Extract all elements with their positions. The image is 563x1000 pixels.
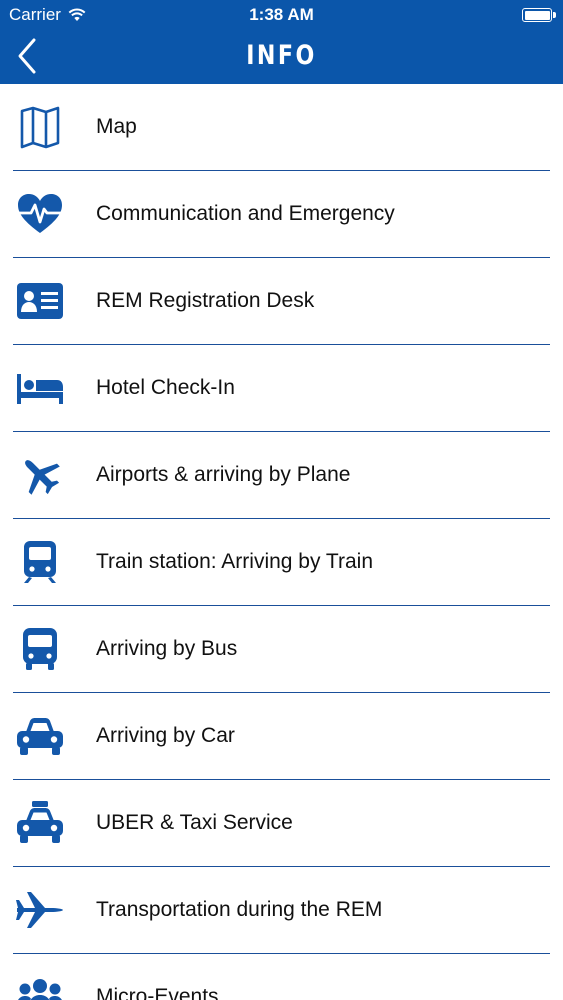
list-item-label: REM Registration Desk [96, 289, 315, 312]
clock: 1:38 AM [249, 5, 314, 24]
status-bar: Carrier 1:38 AM [0, 0, 563, 30]
list-item-label: Map [96, 115, 137, 138]
list-item-label: Hotel Check-In [96, 376, 235, 399]
back-button[interactable] [10, 34, 50, 78]
id-card-icon [14, 278, 66, 324]
list-item-car[interactable]: Arriving by Car [0, 693, 563, 780]
plane-icon [14, 452, 66, 498]
info-menu-list: Map Communication and Emergency REM Regi… [0, 84, 563, 1000]
list-item-label: Airports & arriving by Plane [96, 463, 351, 486]
chevron-left-icon [18, 38, 36, 74]
list-item-label: Transportation during the REM [96, 898, 383, 921]
list-item-plane[interactable]: Airports & arriving by Plane [0, 432, 563, 519]
car-icon [14, 713, 66, 759]
list-item-taxi[interactable]: UBER & Taxi Service [0, 780, 563, 867]
list-item-label: Micro-Events [96, 985, 219, 1000]
list-item-train[interactable]: Train station: Arriving by Train [0, 519, 563, 606]
list-item-hotel[interactable]: Hotel Check-In [0, 345, 563, 432]
taxi-icon [14, 800, 66, 846]
page-title: INFO [246, 40, 317, 71]
list-item-label: Arriving by Bus [96, 637, 238, 660]
list-item-map[interactable]: Map [0, 84, 563, 171]
app-header: Carrier 1:38 AM INFO [0, 0, 563, 84]
list-item-communication[interactable]: Communication and Emergency [0, 171, 563, 258]
list-item-label: Train station: Arriving by Train [96, 550, 373, 573]
train-icon [14, 539, 66, 585]
list-item-transportation[interactable]: Transportation during the REM [0, 867, 563, 954]
list-item-label: Communication and Emergency [96, 202, 395, 225]
map-icon [14, 104, 66, 150]
list-item-label: UBER & Taxi Service [96, 811, 293, 834]
heart-pulse-icon [14, 191, 66, 237]
group-icon [14, 974, 66, 1000]
bed-icon [14, 365, 66, 411]
nav-bar: INFO [0, 30, 563, 84]
list-item-micro-events[interactable]: Micro-Events [0, 954, 563, 1000]
bus-icon [14, 626, 66, 672]
list-item-bus[interactable]: Arriving by Bus [0, 606, 563, 693]
battery-icon [522, 8, 556, 22]
jet-icon [14, 887, 66, 933]
list-item-registration[interactable]: REM Registration Desk [0, 258, 563, 345]
list-item-label: Arriving by Car [96, 724, 235, 747]
